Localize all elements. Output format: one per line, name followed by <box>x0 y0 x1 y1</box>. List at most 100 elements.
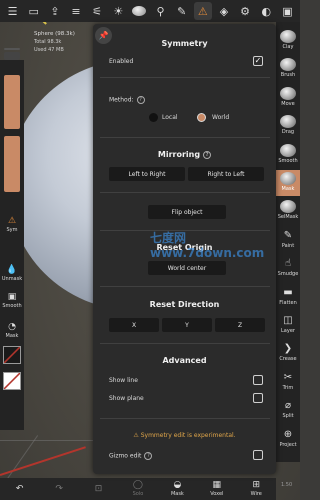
tool-label: Trim <box>282 384 294 391</box>
divider <box>100 286 270 287</box>
mask-button[interactable]: ◔ Mask <box>0 322 24 339</box>
unmask-label: Unmask <box>1 276 23 282</box>
mask-icon: ◔ <box>8 322 16 332</box>
tool-brush[interactable]: Brush <box>276 56 300 82</box>
smooth-label: Smooth <box>2 303 22 309</box>
brush-icon <box>280 58 296 72</box>
radius-slider[interactable] <box>4 75 20 129</box>
tool-label: Layer <box>281 328 295 334</box>
smooth-icon <box>280 143 296 157</box>
enabled-label: Enabled <box>109 58 134 65</box>
intensity-slider[interactable] <box>4 136 20 192</box>
mask-icon <box>280 172 296 185</box>
adjust-icon[interactable]: ◐ <box>257 2 275 20</box>
total-count: Total 98.3k <box>34 39 62 45</box>
menu-icon[interactable]: ☰ <box>4 2 22 20</box>
folder-icon[interactable]: ▭ <box>25 2 43 20</box>
tool-paint[interactable]: ✎ Paint <box>276 227 300 253</box>
gizmo-edit-label: Gizmo edit <box>109 452 142 460</box>
tool-trim[interactable]: ✂ Trim <box>276 369 300 395</box>
tool-selmask[interactable]: SelMask <box>276 198 300 224</box>
mask-view-label: Mask <box>170 491 184 497</box>
reset-y-button[interactable]: Y <box>162 318 212 332</box>
show-plane-checkbox[interactable] <box>253 393 263 403</box>
trim-icon: ✂ <box>283 371 293 383</box>
reset-x-button[interactable]: X <box>109 318 159 332</box>
mask-view-button[interactable]: ◒ Mask <box>165 480 189 498</box>
layer-icon: ◫ <box>283 315 293 326</box>
tool-label: Mask <box>281 186 295 192</box>
frame-button[interactable]: ⊡ <box>87 484 111 495</box>
help-icon[interactable]: ? <box>144 452 153 460</box>
mask-label: Mask <box>5 333 19 339</box>
tool-label: Split <box>282 413 294 420</box>
camera-icon[interactable]: ▣ <box>278 2 296 20</box>
undo-button[interactable]: ↶ <box>8 484 32 495</box>
smooth-icon: ▣ <box>7 292 17 302</box>
gear-icon[interactable]: ⚙ <box>236 2 254 20</box>
layers-icon[interactable]: ≡ <box>67 2 85 20</box>
world-radio[interactable] <box>197 113 206 122</box>
tool-flatten[interactable]: ▬ Flatten <box>276 284 300 310</box>
tool-smudge[interactable]: ☝ Smudge <box>276 255 300 281</box>
paint-icon: ✎ <box>283 229 293 241</box>
tool-smooth[interactable]: Smooth <box>276 142 300 168</box>
wire-button[interactable]: ⊞ Wire <box>244 480 268 498</box>
tool-layer[interactable]: ◫ Layer <box>276 312 300 338</box>
divider <box>100 230 270 231</box>
cube-icon[interactable]: ◈ <box>215 2 233 20</box>
divider <box>100 343 270 344</box>
right-to-left-button[interactable]: Right to Left <box>188 167 264 181</box>
material-ball-icon[interactable] <box>130 2 148 20</box>
tool-label: Flatten <box>279 299 297 306</box>
unmask-button[interactable]: 💧 Unmask <box>0 265 24 282</box>
smudge-icon: ☝ <box>284 258 292 270</box>
secondary-swatch[interactable] <box>3 372 21 390</box>
project-icon: ⊕ <box>283 428 293 440</box>
solo-button[interactable]: ◯ Solo <box>126 480 150 498</box>
reset-z-button[interactable]: Z <box>215 318 265 332</box>
sun-icon[interactable]: ☀ <box>109 2 127 20</box>
redo-button[interactable]: ↷ <box>47 484 71 495</box>
tool-drag[interactable]: Drag <box>276 113 300 139</box>
tool-label: Clay <box>282 44 294 50</box>
tool-crease[interactable]: ❯ Crease <box>276 340 300 366</box>
left-to-right-button[interactable]: Left to Right <box>109 167 185 181</box>
move-icon <box>280 86 296 100</box>
tool-label: Smudge <box>277 271 299 278</box>
wire-icon: ⊞ <box>252 480 260 490</box>
gizmo-edit-checkbox[interactable] <box>253 450 263 460</box>
voxel-label: Voxel <box>210 491 224 497</box>
tool-label: Project <box>279 441 297 448</box>
drop-icon: 💧 <box>6 265 18 275</box>
reset-direction-title: Reset Direction <box>149 300 220 309</box>
world-center-button[interactable]: World center <box>148 261 226 275</box>
help-icon[interactable]: ? <box>203 150 212 159</box>
brush-icon[interactable]: ⚲ <box>152 2 170 20</box>
show-line-label: Show line <box>109 377 138 384</box>
tool-project[interactable]: ⊕ Project <box>276 426 300 452</box>
tool-split[interactable]: ⌀ Split <box>276 397 300 423</box>
drag-icon <box>280 115 296 129</box>
method-label: Method: <box>109 96 134 104</box>
show-line-checkbox[interactable] <box>253 375 263 385</box>
redo-icon: ↷ <box>55 483 63 494</box>
gizmo-edit-row: Gizmo edit? <box>109 452 153 460</box>
flip-object-button[interactable]: Flip object <box>148 205 226 219</box>
local-radio[interactable] <box>149 113 158 122</box>
color-swatch[interactable] <box>3 346 21 364</box>
tool-mask[interactable]: Mask <box>276 170 300 196</box>
share-icon[interactable]: ⇪ <box>46 2 64 20</box>
tool-clay[interactable]: Clay <box>276 28 300 54</box>
sym-toggle[interactable]: ⚠ Sym <box>0 216 24 233</box>
tool-move[interactable]: Move <box>276 85 300 111</box>
mesh-name: Sphere (98.3k) <box>34 31 75 37</box>
pencil-icon[interactable]: ✎ <box>173 2 191 20</box>
voxel-button[interactable]: ▦ Voxel <box>205 480 229 498</box>
enabled-checkbox[interactable]: ✓ <box>253 56 263 66</box>
help-icon[interactable]: ? <box>136 96 145 104</box>
settings-sliders-icon[interactable]: ⚟ <box>88 2 106 20</box>
warning-icon[interactable]: ⚠ <box>193 2 212 20</box>
smooth-button[interactable]: ▣ Smooth <box>0 292 24 309</box>
